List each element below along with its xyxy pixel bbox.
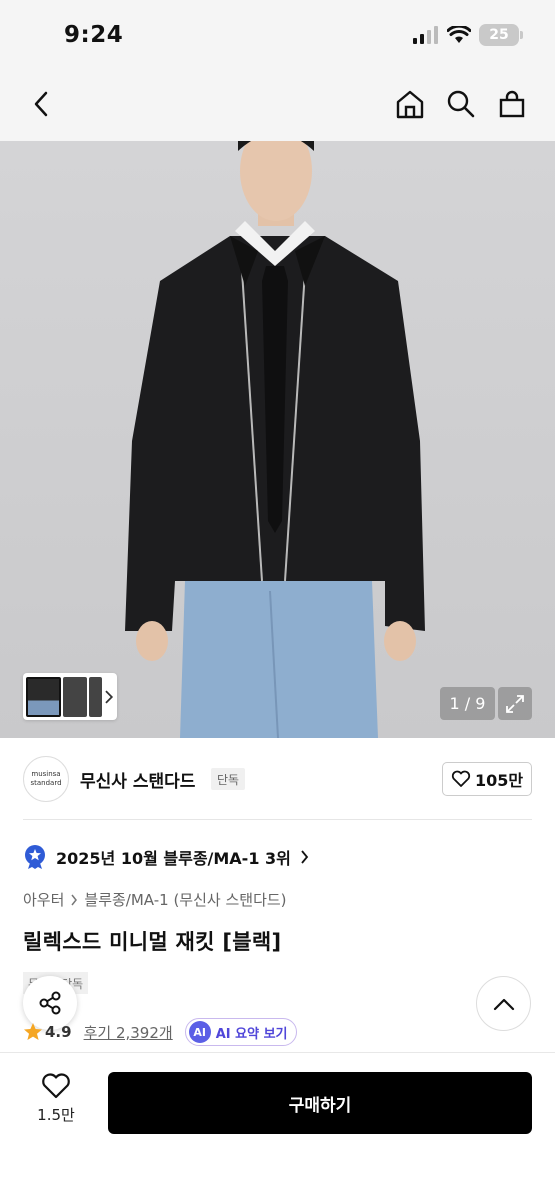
wishlist-button[interactable]: 1.5만: [22, 1072, 90, 1125]
status-icons: 25: [413, 24, 523, 46]
product-photo-illustration: [125, 141, 425, 738]
chevron-right-icon: [71, 894, 78, 905]
divider: [23, 819, 532, 820]
home-button[interactable]: [390, 84, 430, 124]
chevron-right-icon: [301, 850, 309, 864]
brand-like-count: 105만: [474, 771, 524, 790]
thumbnail-image[interactable]: [88, 676, 103, 717]
ranking-text: 2025년 10월 블루종/MA-1 3위: [56, 849, 291, 868]
ranking-link[interactable]: 2025년 10월 블루종/MA-1 3위: [23, 844, 309, 870]
brand-like-button[interactable]: 105만: [442, 762, 532, 796]
search-icon: [447, 90, 475, 118]
chevron-right-icon: [105, 690, 114, 703]
product-image[interactable]: [0, 141, 555, 738]
shopping-bag-icon: [499, 90, 525, 118]
home-icon: [396, 90, 424, 119]
brand-exclusive-badge: 단독: [211, 768, 246, 790]
star-icon: [24, 1023, 42, 1040]
status-time: 9:24: [64, 22, 124, 48]
search-button[interactable]: [441, 84, 481, 124]
cellular-signal-icon: [413, 26, 438, 44]
heart-icon: [451, 770, 471, 787]
ai-summary-label: AI 요약 보기: [215, 1026, 288, 1042]
buy-button[interactable]: 구매하기: [108, 1072, 532, 1134]
rating-row: 4.9 후기 2,392개 AI AI 요약 보기: [23, 1018, 297, 1046]
ranking-badge-icon: [25, 845, 45, 869]
thumbnail-image[interactable]: [63, 676, 87, 717]
chevron-up-icon: [493, 998, 514, 1010]
heart-icon: [42, 1073, 70, 1099]
brand-name[interactable]: 무신사 스탠다드: [80, 767, 195, 792]
ai-badge-icon: AI: [188, 1021, 211, 1043]
chevron-left-icon: [34, 91, 48, 117]
expand-image-button[interactable]: [498, 687, 532, 720]
thumbnail-strip[interactable]: [23, 673, 117, 720]
cart-button[interactable]: [492, 84, 532, 124]
brand-logo-text: musinsa: [31, 770, 61, 778]
wishlist-count: 1.5만: [37, 1106, 75, 1124]
review-count-link[interactable]: 후기 2,392개: [84, 1022, 173, 1043]
brand-logo-text: standard: [30, 779, 62, 787]
rating-score: 4.9: [45, 1023, 72, 1041]
wifi-icon: [447, 26, 471, 43]
brand-logo[interactable]: musinsa standard: [23, 756, 69, 802]
image-page-counter: 1 / 9: [440, 687, 495, 720]
battery-indicator: 25: [479, 24, 523, 46]
ai-summary-button[interactable]: AI AI 요약 보기: [184, 1018, 297, 1046]
share-icon: [39, 991, 61, 1015]
scroll-top-button[interactable]: [476, 976, 531, 1031]
breadcrumb-item[interactable]: 블루종/MA-1 (무신사 스탠다드): [84, 889, 286, 910]
back-button[interactable]: [21, 84, 61, 124]
breadcrumb-item[interactable]: 아우터: [23, 889, 64, 910]
top-bar: 9:24 25: [0, 0, 555, 141]
thumbnail-image[interactable]: [26, 676, 62, 717]
expand-icon: [506, 694, 524, 713]
product-title: 릴렉스드 미니멀 재킷 [블랙]: [23, 930, 282, 954]
breadcrumb: 아우터 블루종/MA-1 (무신사 스탠다드): [23, 889, 287, 910]
